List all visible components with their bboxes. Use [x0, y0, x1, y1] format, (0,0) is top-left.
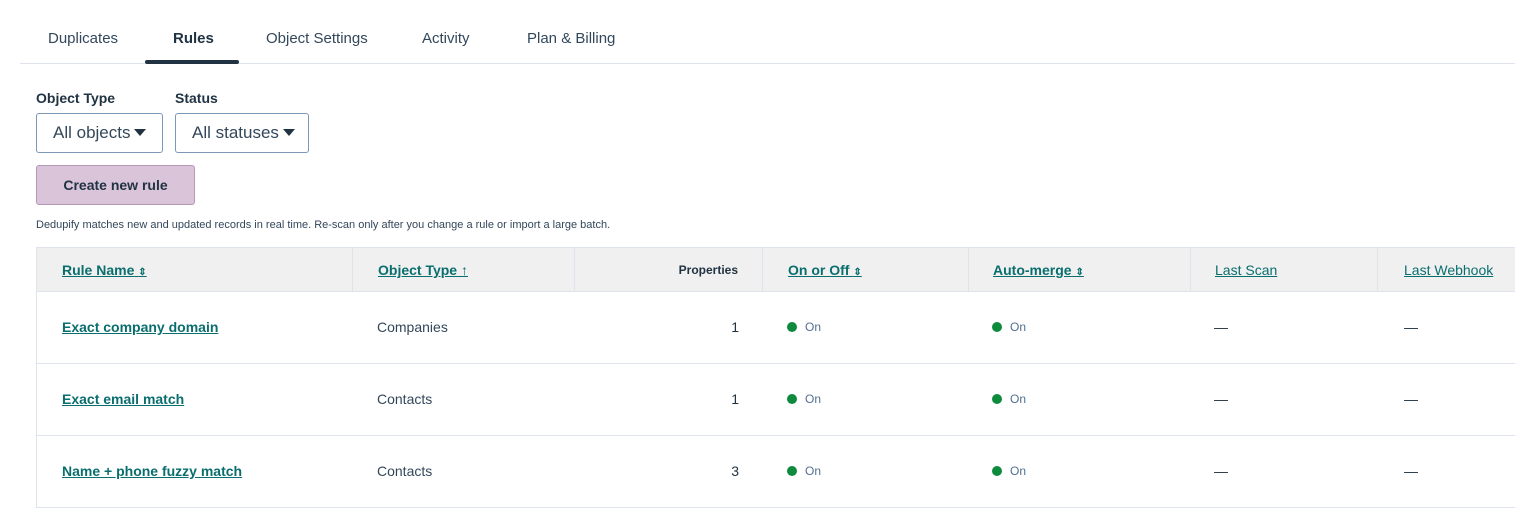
on-off-value: On [805, 392, 822, 406]
auto-merge-value: On [1010, 320, 1027, 334]
column-header-auto-merge: Auto-merge ⇕ [968, 248, 1190, 292]
status-select[interactable]: All statuses [175, 113, 309, 153]
last-webhook-cell: — [1404, 463, 1418, 479]
on-off-cell: On [787, 292, 821, 363]
on-off-value: On [805, 464, 822, 478]
auto-merge-cell: On [992, 364, 1026, 435]
auto-merge-header-label: Auto-merge [993, 262, 1072, 278]
object-type-sort-link[interactable]: Object Type ↑ [378, 262, 468, 278]
status-on-dot-icon [787, 465, 797, 476]
rule-name-header-label: Rule Name [62, 262, 135, 278]
properties-cell: 1 [731, 319, 739, 335]
column-header-object-type: Object Type ↑ [352, 248, 574, 292]
auto-merge-cell: On [992, 292, 1026, 363]
status-on-dot-icon [787, 321, 797, 332]
auto-merge-value: On [1010, 392, 1027, 406]
properties-cell: 3 [731, 463, 739, 479]
status-select-value: All statuses [192, 123, 279, 142]
sort-icon: ⇕ [1075, 267, 1084, 278]
on-or-off-header-label: On or Off [788, 262, 850, 278]
last-scan-cell: — [1214, 463, 1228, 479]
object-type-select-value: All objects [53, 123, 131, 142]
tab-bar: Duplicates Rules Object Settings Activit… [20, 0, 1515, 64]
last-scan-cell: — [1214, 391, 1228, 407]
rule-name-link[interactable]: Exact email match [62, 391, 184, 407]
last-webhook-header-link[interactable]: Last Webhook [1404, 262, 1493, 278]
active-tab-indicator [145, 60, 239, 64]
object-type-filter-label: Object Type [36, 90, 116, 106]
on-off-cell: On [787, 364, 821, 435]
object-type-header-label: Object Type [378, 262, 458, 278]
rule-name-link[interactable]: Exact company domain [62, 319, 218, 335]
create-new-rule-button[interactable]: Create new rule [36, 165, 195, 205]
help-text: Dedupify matches new and updated records… [36, 219, 611, 231]
column-header-on-or-off: On or Off ⇕ [762, 248, 968, 292]
column-header-properties: Properties [574, 248, 762, 292]
status-filter-label: Status [175, 90, 218, 106]
status-on-dot-icon [992, 321, 1002, 332]
rule-name-link[interactable]: Name + phone fuzzy match [62, 463, 242, 479]
auto-merge-value: On [1010, 464, 1027, 478]
table-header: Rule Name ⇕ Object Type ↑ Properties On … [36, 247, 1515, 292]
rules-table: Rule Name ⇕ Object Type ↑ Properties On … [36, 247, 1515, 508]
status-on-dot-icon [992, 393, 1002, 404]
sort-icon: ⇕ [138, 267, 147, 278]
rule-name-cell: Exact email match [62, 364, 184, 435]
status-on-dot-icon [992, 465, 1002, 476]
object-type-cell: Companies [377, 319, 448, 335]
last-scan-cell: — [1214, 319, 1228, 335]
tab-object-settings[interactable]: Object Settings [266, 30, 368, 47]
last-scan-header-link[interactable]: Last Scan [1215, 262, 1277, 278]
last-webhook-cell: — [1404, 319, 1418, 335]
object-type-cell: Contacts [377, 463, 433, 479]
tab-duplicates[interactable]: Duplicates [48, 30, 118, 47]
auto-merge-sort-link[interactable]: Auto-merge ⇕ [993, 262, 1084, 278]
object-type-cell: Contacts [377, 391, 433, 407]
caret-down-icon [282, 128, 295, 136]
tab-plan-billing[interactable]: Plan & Billing [527, 30, 615, 47]
tab-activity[interactable]: Activity [422, 30, 470, 47]
rule-name-sort-link[interactable]: Rule Name ⇕ [62, 262, 147, 278]
rule-name-cell: Exact company domain [62, 292, 218, 363]
status-on-dot-icon [787, 393, 797, 404]
on-off-cell: On [787, 436, 821, 507]
table-row: Name + phone fuzzy match Contacts 3 On O… [36, 436, 1515, 508]
table-row: Exact company domain Companies 1 On On —… [36, 292, 1515, 364]
on-or-off-sort-link[interactable]: On or Off ⇕ [788, 262, 862, 278]
sort-icon: ⇕ [853, 267, 862, 278]
sort-ascending-icon: ↑ [460, 262, 468, 278]
last-webhook-cell: — [1404, 391, 1418, 407]
column-header-last-scan: Last Scan [1190, 248, 1377, 292]
properties-cell: 1 [731, 391, 739, 407]
caret-down-icon [134, 128, 147, 136]
on-off-value: On [805, 320, 822, 334]
column-header-last-webhook: Last Webhook [1377, 248, 1515, 292]
column-header-rule-name: Rule Name ⇕ [36, 248, 352, 292]
auto-merge-cell: On [992, 436, 1026, 507]
rule-name-cell: Name + phone fuzzy match [62, 436, 242, 507]
object-type-select[interactable]: All objects [36, 113, 163, 153]
table-row: Exact email match Contacts 1 On On — — [36, 364, 1515, 436]
tab-rules[interactable]: Rules [173, 30, 214, 47]
